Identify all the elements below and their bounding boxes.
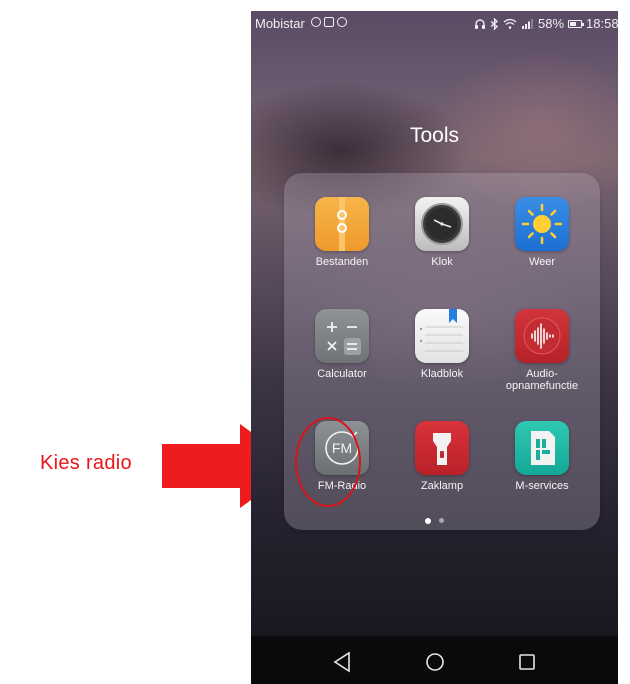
app-label: Zaklamp <box>420 480 464 492</box>
app-label: Kladblok <box>420 368 464 380</box>
headset-icon <box>475 18 485 29</box>
app-label: Klok <box>431 256 453 268</box>
battery-icon <box>568 19 585 28</box>
app-bestanden[interactable]: Bestanden <box>292 197 392 268</box>
phone-screen: Mobistar 58% 18:58 Tools Bestanden Klok … <box>251 11 618 684</box>
image-notification-icon <box>324 17 334 27</box>
recents-icon[interactable] <box>515 650 539 674</box>
app-calculator[interactable]: Calculator <box>292 309 392 380</box>
app-audio-opnamefunctie[interactable]: Audio- opnamefunctie <box>492 309 592 392</box>
home-icon[interactable] <box>423 650 447 674</box>
page-indicator <box>251 518 618 524</box>
battery-percent: 58% <box>538 16 565 31</box>
app-weer[interactable]: Weer <box>492 197 592 268</box>
sim-card-icon <box>515 421 569 475</box>
folder-icon <box>315 197 369 251</box>
app-label: Audio- <box>526 368 558 380</box>
audio-wave-icon <box>515 309 569 363</box>
navigation-bar <box>251 636 618 684</box>
back-icon[interactable] <box>331 650 355 674</box>
sun-icon <box>515 197 569 251</box>
app-label: Calculator <box>317 368 367 380</box>
folder-title: Tools <box>409 124 460 147</box>
wifi-icon <box>503 18 517 29</box>
fm-notification-icon <box>311 17 321 27</box>
app-label-line2: opnamefunctie <box>505 380 579 392</box>
bluetooth-icon <box>490 17 498 30</box>
sync-notification-icon <box>337 17 347 27</box>
status-bar: Mobistar 58% 18:58 <box>251 11 618 37</box>
app-label: M-services <box>515 480 569 492</box>
app-label: Bestanden <box>315 256 369 268</box>
app-zaklamp[interactable]: Zaklamp <box>392 421 492 492</box>
highlight-circle <box>295 417 361 507</box>
clock-icon <box>415 197 469 251</box>
page-dot-active[interactable] <box>425 518 431 524</box>
flashlight-icon <box>415 421 469 475</box>
app-m-services[interactable]: M-services <box>492 421 592 492</box>
app-label: Weer <box>528 256 556 268</box>
battery-level <box>570 21 577 26</box>
app-klok[interactable]: Klok <box>392 197 492 268</box>
page-dot[interactable] <box>439 518 444 523</box>
calculator-icon <box>315 309 369 363</box>
notepad-icon <box>415 309 469 363</box>
annotation-label: Kies radio <box>40 452 132 474</box>
app-kladblok[interactable]: Kladblok <box>392 309 492 380</box>
carrier-name: Mobistar <box>255 16 305 31</box>
signal-icon <box>522 19 533 29</box>
clock-time: 18:58 <box>586 16 618 31</box>
